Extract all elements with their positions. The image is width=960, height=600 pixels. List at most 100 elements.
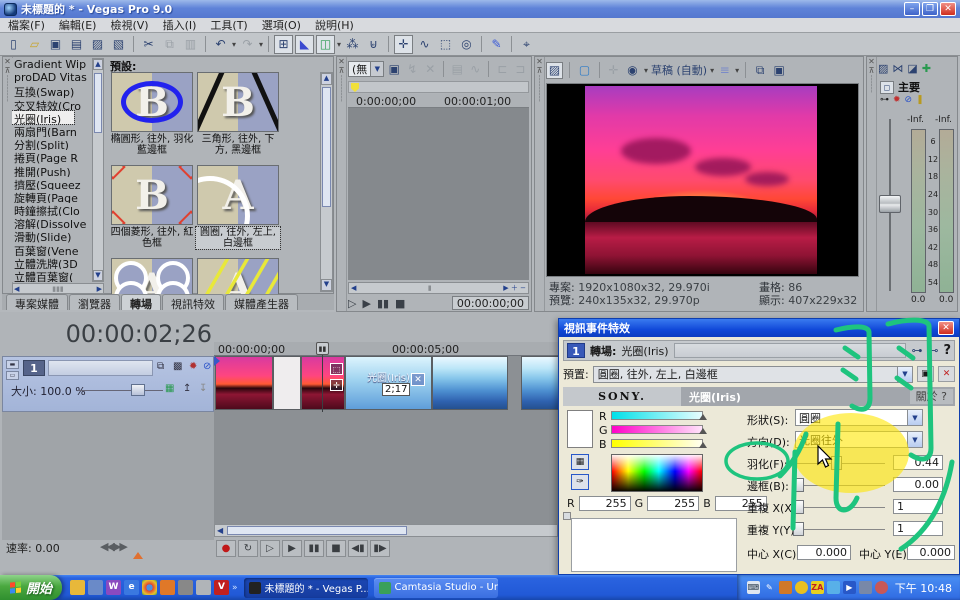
close-button[interactable]: ✕ xyxy=(940,2,956,16)
language-bar-pen-icon[interactable]: ✎ xyxy=(763,581,776,594)
timeline-ruler[interactable]: 00:00:00;00 00:00:05;00 xyxy=(214,342,560,356)
preset-thumbnail-nine-diamonds-yellow[interactable]: A xyxy=(197,258,279,294)
blue-gradient-slider[interactable] xyxy=(611,439,703,448)
remove-media-icon[interactable]: ✕ xyxy=(422,60,438,79)
preset-thumbnail-triangle-out-bottom[interactable]: B xyxy=(197,72,279,132)
zonealarm-tray-icon[interactable]: ZA xyxy=(811,581,824,594)
repeat-x-slider-track[interactable] xyxy=(797,507,885,508)
envelope-tool-icon[interactable]: ∿ xyxy=(415,35,434,54)
scrollbar-thumb[interactable] xyxy=(322,87,331,207)
eyedropper-icon[interactable]: ✑ xyxy=(571,474,589,490)
timeline-clip-blank-section[interactable] xyxy=(273,356,301,410)
solo-icon[interactable]: ❚ xyxy=(916,95,924,105)
track-fx-icon[interactable]: ▩ xyxy=(173,361,182,372)
lock-envelopes-icon[interactable]: ⁂ xyxy=(343,35,362,54)
green-slider-handle[interactable] xyxy=(699,428,707,434)
list-item-selected[interactable]: 光圈(Iris) xyxy=(12,111,74,124)
render-as-icon[interactable]: ▤ xyxy=(67,35,86,54)
tab-video-fx[interactable]: 視訊特效 xyxy=(162,294,224,310)
stop-icon[interactable]: ■ xyxy=(326,540,346,557)
transition-type-list[interactable]: Gradient Wip proDAD Vitas 互換(Swap) 交叉特效(… xyxy=(12,58,92,282)
media-player-icon[interactable]: W xyxy=(106,580,121,595)
quick-launch-overflow-icon[interactable]: » xyxy=(232,583,238,593)
preview-panel-grip[interactable]: ✕⊼┆┆┆ xyxy=(535,57,545,311)
fx-help-icon[interactable]: ? xyxy=(943,343,951,358)
chevron-down-icon[interactable]: ▼ xyxy=(907,410,922,425)
list-item[interactable]: 兩扇門(Barn xyxy=(12,124,92,137)
taskbar-button-vegas[interactable]: 未標題的 * - Vegas P... xyxy=(244,578,368,598)
delete-preset-icon[interactable]: ✕ xyxy=(938,366,955,382)
play-from-start-icon[interactable]: ▷ xyxy=(348,297,356,310)
overlay-grid-icon[interactable]: ✛ xyxy=(606,61,621,80)
auto-ripple-icon[interactable]: ◫ xyxy=(316,35,335,54)
media-player-tray-icon[interactable]: ▶ xyxy=(843,581,856,594)
selected-color-swatch[interactable] xyxy=(567,410,593,448)
timeline-clip-mountains-2[interactable] xyxy=(521,356,559,410)
minimize-button[interactable]: – xyxy=(904,2,920,16)
center-x-field[interactable]: 0.000 xyxy=(797,545,851,560)
open-icon[interactable]: ▱ xyxy=(25,35,44,54)
open-in-video-editor-icon[interactable]: ⊐ xyxy=(512,60,528,79)
timeline-transition-region[interactable]: 光圈(Iris) 2;17 ✕ xyxy=(345,356,432,410)
track-maximize-icon[interactable]: ▭ xyxy=(6,371,19,380)
scrub-marker-icon[interactable] xyxy=(133,552,143,559)
undo-dropdown-arrow[interactable]: ▾ xyxy=(232,40,236,49)
menu-tools[interactable]: 工具(T) xyxy=(210,17,247,33)
plugin-chain-icon[interactable]: ⊶ xyxy=(911,344,922,357)
quality-dropdown-arrow2[interactable]: ▾ xyxy=(710,66,714,75)
timeline-hscrollbar[interactable]: ◀ xyxy=(214,524,558,537)
taskbar-clock[interactable]: 下午 10:48 xyxy=(895,580,952,596)
internet-explorer-icon[interactable]: e xyxy=(124,580,139,595)
red-gradient-slider[interactable] xyxy=(611,411,703,420)
split-dropdown-arrow[interactable]: ▾ xyxy=(735,66,739,75)
preset-item-selected[interactable]: A 圓圈, 往外, 左上, 白邊框 xyxy=(196,165,280,249)
tab-explorer[interactable]: 瀏覽器 xyxy=(69,294,120,310)
preset-thumbnail-circle-out-topleft-white[interactable]: A xyxy=(197,165,279,225)
fx-dialog-close-icon[interactable]: ✕ xyxy=(938,321,954,335)
tab-project-media[interactable]: 專案媒體 xyxy=(6,294,68,310)
border-slider-handle[interactable] xyxy=(793,478,804,492)
tray-icon-1[interactable] xyxy=(779,581,792,594)
firefox-icon[interactable] xyxy=(160,580,175,595)
trimmer-history-icon[interactable]: ▣ xyxy=(386,60,402,79)
track-automation-icon[interactable]: ✹ xyxy=(189,361,197,372)
redo-icon[interactable]: ↷ xyxy=(238,35,257,54)
tray-icon-4[interactable] xyxy=(875,581,888,594)
menu-edit[interactable]: 編輯(E) xyxy=(59,17,97,33)
fx-chain-field[interactable] xyxy=(674,343,907,358)
trimmer-timecode[interactable]: 00:00:00;00 xyxy=(452,296,529,310)
document-icon[interactable] xyxy=(88,580,103,595)
remove-plugin-icon[interactable]: ⊷ xyxy=(927,344,938,357)
keyframe-area[interactable] xyxy=(571,518,737,572)
tab-transitions[interactable]: 轉場 xyxy=(121,294,161,310)
scroll-down-icon[interactable]: ▼ xyxy=(93,270,103,281)
copy-icon[interactable]: ⧉ xyxy=(160,35,179,54)
menu-view[interactable]: 檢視(V) xyxy=(110,17,148,33)
ignore-grouping-icon[interactable]: ⊌ xyxy=(364,35,383,54)
bus-fx-gear-icon[interactable]: ✹ xyxy=(893,95,901,105)
video-track-header[interactable]: ▬ ▭ 1 ⧉ ▩ ✹ ⊘ 大小: 100.0 % ▦ ↥ ↧ xyxy=(2,356,214,412)
blue-slider-handle[interactable] xyxy=(699,442,707,448)
undo-icon[interactable]: ↶ xyxy=(211,35,230,54)
start-button[interactable]: 開始 xyxy=(0,575,62,600)
zoom-tool-icon[interactable]: ◎ xyxy=(457,35,476,54)
dim-output-icon[interactable]: ◪ xyxy=(907,62,917,75)
auto-crossfade-icon[interactable]: ◣ xyxy=(295,35,314,54)
scrub-control[interactable]: ◀◀▶▶ xyxy=(100,540,126,553)
trimmer-ruler[interactable]: 0:00:00;00 00:00:01;00 xyxy=(348,94,529,108)
repeat-x-slider-handle[interactable] xyxy=(793,500,804,514)
transition-list-scrollbar[interactable]: ▲ ▼ xyxy=(92,58,104,282)
list-item[interactable]: 立體洗牌(3D xyxy=(12,256,92,269)
record-icon[interactable]: ● xyxy=(216,540,236,557)
list-item[interactable]: Gradient Wip xyxy=(12,58,92,71)
split-screen-icon[interactable]: ≡ xyxy=(717,61,732,80)
border-value-field[interactable]: 0.00 xyxy=(893,477,943,492)
downmix-icon[interactable]: ⋈ xyxy=(892,62,903,75)
fx-dialog-titlebar[interactable]: 視訊事件特效 ✕ xyxy=(559,319,959,337)
video-track-lane[interactable]: ⬚ ✛ 光圈(Iris) 2;17 ✕ xyxy=(214,356,560,412)
fx-preset-combo[interactable]: 圓圈, 往外, 左上, 白邊框 ▼ xyxy=(593,366,913,383)
project-properties-icon[interactable]: ▨ xyxy=(546,62,563,79)
center-y-field[interactable]: 0.000 xyxy=(907,545,955,560)
list-item[interactable]: 擠壓(Squeez xyxy=(12,177,92,190)
copy-snapshot-icon[interactable]: ⧉ xyxy=(752,61,768,80)
